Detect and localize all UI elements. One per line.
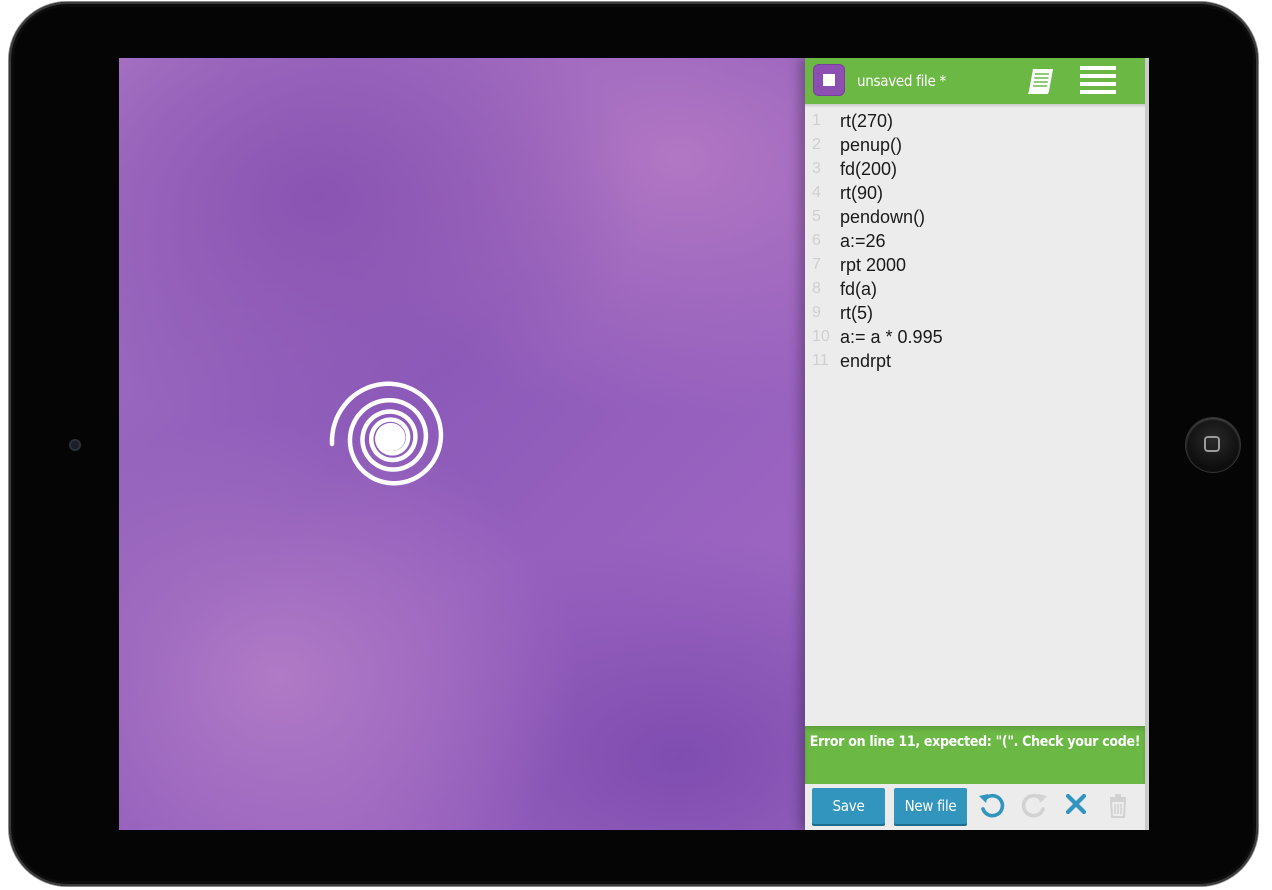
undo-icon[interactable] bbox=[977, 790, 1007, 820]
line-number: 7 bbox=[812, 256, 821, 273]
toolbar-shadow bbox=[805, 104, 1145, 108]
line-text[interactable]: penup() bbox=[840, 133, 902, 157]
editor-edge bbox=[1145, 58, 1149, 830]
spiral-path bbox=[329, 381, 444, 486]
code-line: 3 fd(200) bbox=[805, 157, 1145, 181]
editor-footer: Save New file bbox=[805, 784, 1145, 830]
code-line: 8 fd(a) bbox=[805, 277, 1145, 301]
line-number: 5 bbox=[812, 208, 821, 225]
code-line: 2 penup() bbox=[805, 133, 1145, 157]
code-area[interactable]: 1 rt(270) 2 penup() 3 fd(200) 4 rt(90) 5 pend… bbox=[805, 109, 1145, 373]
line-number: 9 bbox=[812, 304, 821, 321]
new-file-button[interactable]: New file bbox=[894, 788, 967, 824]
line-number: 4 bbox=[812, 184, 821, 201]
line-text[interactable]: endrpt bbox=[840, 349, 891, 373]
hamburger-menu-icon[interactable] bbox=[1080, 66, 1116, 94]
stop-icon bbox=[823, 74, 835, 86]
code-line: 10 a:= a * 0.995 bbox=[805, 325, 1145, 349]
code-line: 4 rt(90) bbox=[805, 181, 1145, 205]
editor-toolbar: unsaved file * bbox=[805, 58, 1145, 104]
line-number: 6 bbox=[812, 232, 821, 249]
code-line: 11 endrpt bbox=[805, 349, 1145, 373]
line-text[interactable]: rpt 2000 bbox=[840, 253, 906, 277]
line-number: 2 bbox=[812, 136, 821, 153]
line-number: 10 bbox=[812, 328, 830, 345]
line-number: 3 bbox=[812, 160, 821, 177]
front-camera bbox=[69, 439, 81, 451]
stop-button[interactable] bbox=[813, 64, 845, 96]
line-number: 11 bbox=[812, 352, 829, 369]
home-button[interactable] bbox=[1186, 418, 1240, 472]
line-text[interactable]: a:=26 bbox=[840, 229, 886, 253]
save-button[interactable]: Save bbox=[812, 788, 885, 824]
line-number: 8 bbox=[812, 280, 821, 297]
line-text[interactable]: fd(200) bbox=[840, 157, 897, 181]
error-message: Error on line 11, expected: "(". Check y… bbox=[809, 734, 1141, 750]
book-icon[interactable] bbox=[1025, 66, 1057, 96]
line-text[interactable]: a:= a * 0.995 bbox=[840, 325, 943, 349]
trash-icon[interactable] bbox=[1104, 790, 1134, 820]
code-editor-panel: unsaved file * 1 rt(270) 2 penup() 3 fd(200… bbox=[805, 58, 1145, 830]
code-line: 6 a:=26 bbox=[805, 229, 1145, 253]
line-text[interactable]: rt(270) bbox=[840, 109, 893, 133]
home-square-icon bbox=[1204, 436, 1220, 452]
redo-icon[interactable] bbox=[1019, 790, 1049, 820]
code-line: 7 rpt 2000 bbox=[805, 253, 1145, 277]
code-line: 5 pendown() bbox=[805, 205, 1145, 229]
file-title: unsaved file * bbox=[857, 72, 946, 90]
line-text[interactable]: pendown() bbox=[840, 205, 925, 229]
code-line: 9 rt(5) bbox=[805, 301, 1145, 325]
line-number: 1 bbox=[812, 112, 821, 129]
line-text[interactable]: rt(90) bbox=[840, 181, 883, 205]
error-bar: Error on line 11, expected: "(". Check y… bbox=[805, 726, 1145, 784]
line-text[interactable]: rt(5) bbox=[840, 301, 873, 325]
close-icon[interactable] bbox=[1062, 790, 1092, 820]
line-text[interactable]: fd(a) bbox=[840, 277, 877, 301]
code-line: 1 rt(270) bbox=[805, 109, 1145, 133]
app-screen: unsaved file * 1 rt(270) 2 penup() 3 fd(200… bbox=[119, 58, 1149, 830]
